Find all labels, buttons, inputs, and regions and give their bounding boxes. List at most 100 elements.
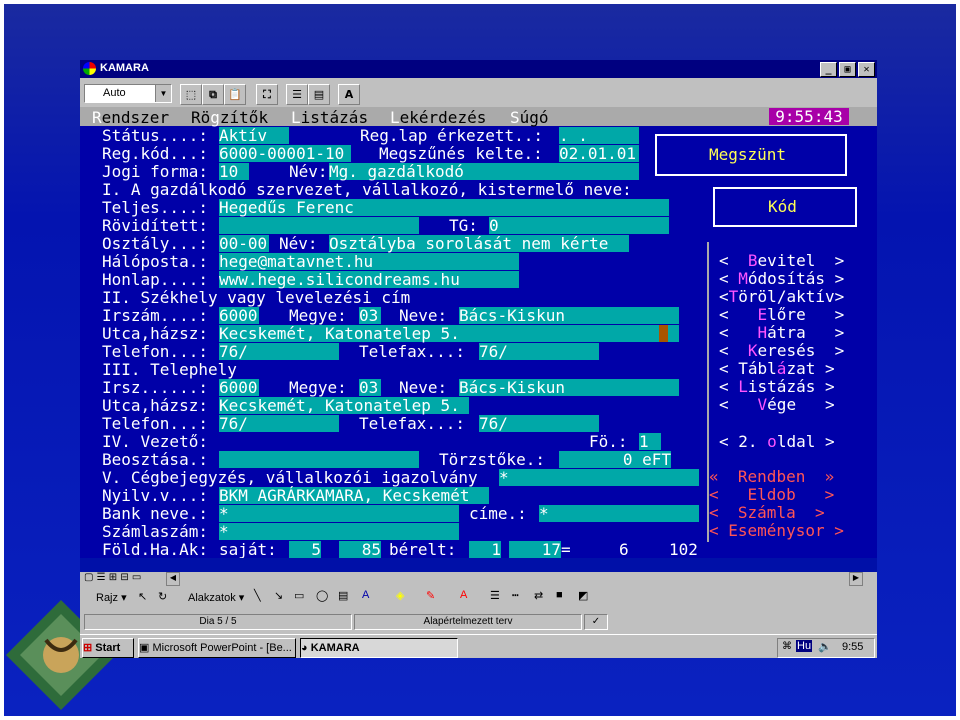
rotate-icon[interactable]: ↻	[158, 590, 167, 603]
taskbar-powerpoint[interactable]: ▣ Microsoft PowerPoint - [Be...	[138, 638, 296, 658]
start-button[interactable]: ⊞ Start	[82, 638, 134, 658]
osztaly-nev-field[interactable]: Osztályba sorolását nem kérte	[329, 235, 629, 252]
fullscreen-icon[interactable]: ⛶	[256, 84, 278, 105]
menu-listazas[interactable]: Listázás	[291, 108, 368, 127]
rectangle-icon[interactable]: ▭	[294, 589, 304, 602]
teljes-field[interactable]: Hegedűs Ferenc	[219, 199, 669, 216]
textbox-icon[interactable]: ▤	[338, 589, 348, 602]
neve-field[interactable]: Bács-Kiskun	[459, 307, 679, 324]
line-style-icon[interactable]: ☰	[490, 589, 500, 602]
cime-field[interactable]: *	[539, 505, 699, 522]
haloposta-field[interactable]: hege@matavnet.hu	[219, 253, 519, 270]
mark-icon[interactable]: ⬚	[180, 84, 202, 105]
chevron-down-icon[interactable]: ▼	[155, 85, 171, 102]
torol-aktiv-button[interactable]: <Töröl/aktív>	[719, 288, 844, 305]
properties-icon[interactable]: ☰	[286, 84, 308, 105]
menu-lekerdezes[interactable]: Lekérdezés	[390, 108, 486, 127]
neve3-label: Neve:	[399, 378, 448, 397]
osztaly-field[interactable]: 00-00	[219, 235, 269, 252]
arrow-style-icon[interactable]: ⇄	[534, 589, 543, 602]
elore-button[interactable]: < Előre >	[719, 306, 844, 323]
modositas-button[interactable]: < Módosítás >	[719, 270, 844, 287]
3d-icon[interactable]: ◩	[578, 589, 588, 602]
view-buttons-icon[interactable]: ▢ ☰ ⊞ ⊟ ▭	[84, 572, 141, 583]
hatra-button[interactable]: < Hátra >	[719, 324, 844, 341]
shapes-menu[interactable]: Alakzatok ▾	[188, 591, 244, 604]
rendben-button[interactable]: « Rendben »	[709, 468, 834, 485]
nyilv-field[interactable]: BKM AGRÁRKAMARA, Kecskemét	[219, 487, 489, 504]
minimize-button[interactable]: _	[820, 62, 837, 77]
volume-icon[interactable]: 🔈	[818, 640, 832, 653]
beosztas-field[interactable]	[219, 451, 419, 468]
eldob-button[interactable]: < Eldob >	[709, 486, 834, 503]
line-color-icon[interactable]: ✎	[426, 589, 435, 602]
font-color-icon[interactable]: A	[460, 589, 467, 601]
font-size-combo[interactable]: Auto ▼	[84, 84, 172, 103]
irsz3-field[interactable]: 6000	[219, 379, 259, 396]
horizontal-scrollbar[interactable]: ▢ ☰ ⊞ ⊟ ▭ ◀ ▶	[80, 572, 877, 586]
copy-icon[interactable]: ⧉	[202, 84, 224, 105]
kod-box[interactable]: Kód	[713, 187, 857, 227]
telefax-field[interactable]: 76/	[479, 343, 599, 360]
telefon-field[interactable]: 76/	[219, 343, 339, 360]
kereses-button[interactable]: < Keresés >	[719, 342, 844, 359]
cime-label: címe.:	[469, 504, 527, 523]
tablazat-button[interactable]: < Táblázat >	[719, 360, 835, 377]
section-5-field[interactable]: *	[499, 469, 699, 486]
arrow-icon[interactable]: ↘	[274, 589, 283, 602]
fo-field[interactable]: 1	[639, 433, 661, 450]
dash-style-icon[interactable]: ┅	[512, 589, 519, 602]
maximize-button[interactable]: ▣	[839, 62, 856, 77]
torzstoke-field[interactable]: 0 eFT	[559, 451, 671, 468]
language-indicator[interactable]: Hu	[796, 640, 813, 652]
bank-field[interactable]: *	[219, 505, 459, 522]
tg-field[interactable]: 0	[489, 217, 509, 234]
esemenysor-button[interactable]: < Eseménysor >	[709, 522, 844, 539]
vege-button[interactable]: < Vége >	[719, 396, 835, 413]
jogi-nev-field[interactable]: Mg. gazdálkodó	[329, 163, 639, 180]
sajat-ak-field[interactable]: 85	[339, 541, 381, 558]
status-box: Megszünt	[655, 134, 847, 176]
font-button[interactable]: A	[338, 84, 360, 105]
berelt-ha-field[interactable]: 1	[469, 541, 501, 558]
telefax3-field[interactable]: 76/	[479, 415, 599, 432]
rovid-field[interactable]	[219, 217, 419, 234]
status-field[interactable]: Aktív	[219, 127, 289, 144]
menu-rogzitok[interactable]: Rögzítők	[191, 108, 268, 127]
megye3-field[interactable]: 03	[359, 379, 381, 396]
select-arrow-icon[interactable]: ↖	[138, 590, 147, 603]
telefon3-field[interactable]: 76/	[219, 415, 339, 432]
close-button[interactable]: ✕	[858, 62, 875, 77]
scroll-right-icon[interactable]: ▶	[849, 572, 863, 586]
wordart-icon[interactable]: A	[362, 589, 369, 601]
menu-rendszer[interactable]: Rendszer	[92, 108, 169, 127]
shadow-icon[interactable]: ■	[556, 589, 563, 601]
megye-field[interactable]: 03	[359, 307, 381, 324]
oval-icon[interactable]: ◯	[316, 589, 328, 602]
honlap-field[interactable]: www.hege.silicondreams.hu	[219, 271, 519, 288]
megszunes-field[interactable]: 02.01.01	[559, 145, 639, 162]
page-2-button[interactable]: < 2. oldal >	[719, 433, 835, 450]
paste-icon[interactable]: 📋	[224, 84, 246, 105]
dos-console[interactable]: Rendszer Rögzítők Listázás Lekérdezés Sú…	[80, 107, 877, 558]
utca-field[interactable]: Kecskemét, Katonatelep 5.	[219, 325, 679, 342]
listazas-button[interactable]: < Listázás >	[719, 378, 835, 395]
reg-kod-field[interactable]: 6000-00001-10	[219, 145, 351, 162]
szamla-button[interactable]: < Számla >	[709, 504, 825, 521]
neve3-field[interactable]: Bács-Kiskun	[459, 379, 679, 396]
draw-menu[interactable]: Rajz ▾	[96, 591, 127, 604]
bevitel-button[interactable]: < Bevitel >	[719, 252, 844, 269]
utca3-field[interactable]: Kecskemét, Katonatelep 5.	[219, 397, 469, 414]
taskbar-kamara[interactable]: ◕ KAMARA	[300, 638, 458, 658]
szamla-field[interactable]: *	[219, 523, 459, 540]
menu-sugo[interactable]: Súgó	[510, 108, 549, 127]
berelt-ak-field[interactable]: 17	[509, 541, 561, 558]
sajat-ha-field[interactable]: 5	[289, 541, 321, 558]
line-icon[interactable]: ╲	[254, 589, 261, 602]
irszam-field[interactable]: 6000	[219, 307, 259, 324]
background-icon[interactable]: ▤	[308, 84, 330, 105]
fill-color-icon[interactable]: ◈	[396, 589, 404, 602]
scroll-left-icon[interactable]: ◀	[166, 572, 180, 586]
jogi-field[interactable]: 10	[219, 163, 249, 180]
reg-lap-field[interactable]: . .	[559, 127, 639, 144]
